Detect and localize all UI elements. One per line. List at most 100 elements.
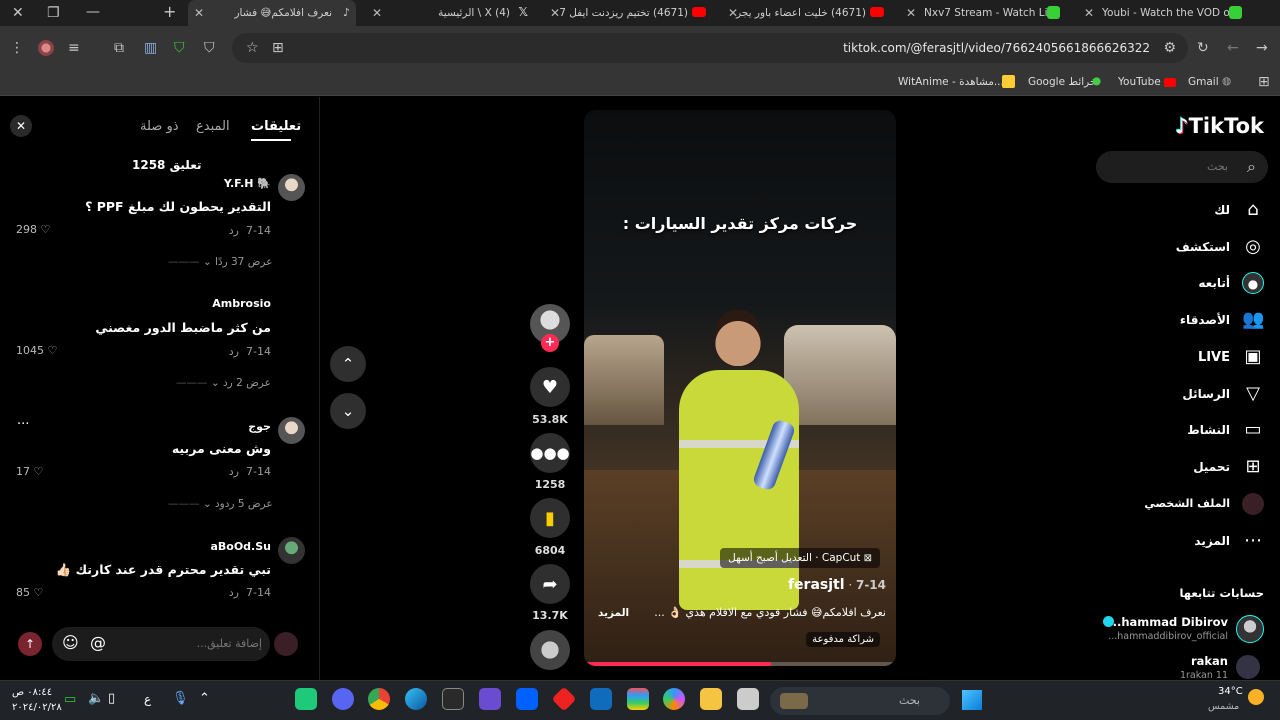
reply-button[interactable]: رد — [229, 224, 239, 237]
tiktok-logo[interactable]: ♪TikTok — [1175, 114, 1264, 138]
profile-avatar[interactable] — [38, 40, 54, 56]
battery-icon[interactable]: ▭ — [64, 692, 76, 707]
comment-username[interactable]: aBoOd.Su — [210, 540, 271, 553]
avatar[interactable] — [278, 417, 305, 444]
capcut-badge[interactable]: ⊠ CapCut · التعديل أصبح أسهل — [720, 548, 880, 568]
save-button[interactable]: ▮ — [530, 498, 570, 538]
weather-temperature[interactable]: 34°C — [1218, 686, 1243, 697]
comment-username[interactable]: Y.F.H 🐘 — [224, 177, 271, 190]
url-text[interactable]: tiktok.com/@ferasjtl/video/7662405661866… — [843, 41, 1150, 55]
emoji-icon[interactable]: ☺ — [62, 633, 79, 652]
weather-icon[interactable] — [1248, 689, 1264, 705]
shield-extension-icon[interactable]: ⛉ — [174, 41, 185, 55]
tab-youbi[interactable]: ✕ Youbi - Watch the VOD on — [1078, 0, 1248, 26]
close-tab-icon[interactable]: ✕ — [372, 6, 382, 20]
follow-button[interactable]: + — [541, 334, 559, 352]
reply-button[interactable]: رد — [229, 465, 239, 478]
like-button[interactable]: ♥ — [530, 367, 570, 407]
file-explorer-icon[interactable] — [700, 688, 722, 710]
compass-icon[interactable]: ◎ — [1242, 236, 1264, 258]
following-avatar-icon[interactable]: ● — [1242, 272, 1264, 294]
friends-icon[interactable]: 👥 — [1242, 309, 1264, 331]
activity-icon[interactable]: ▭ — [1242, 419, 1264, 441]
media-control-icon[interactable]: ≡ — [68, 41, 80, 55]
comment-username[interactable]: جوج — [248, 420, 271, 433]
bookmark-witanime[interactable]: WitAnime - مشاهدة... — [898, 75, 1015, 88]
nav-upload[interactable]: تحميل — [1193, 460, 1230, 474]
search-input[interactable]: بحث — [1207, 160, 1228, 173]
tab-creator[interactable]: المبدع — [196, 119, 230, 134]
reply-button[interactable]: رد — [229, 345, 239, 358]
search-box[interactable]: بحث ⌕ — [1096, 151, 1268, 183]
previous-video-button[interactable]: ⌃ — [330, 346, 366, 382]
dropbox-icon[interactable] — [516, 688, 538, 710]
like-count[interactable]: 17 ♡ — [16, 465, 43, 478]
close-tab-icon[interactable]: ✕ — [1084, 6, 1094, 20]
following-account[interactable]: ...hammad Dibirov ...hammaddibirov_offic… — [1090, 613, 1280, 647]
menu-icon[interactable]: ⋮ — [10, 41, 24, 55]
avatar[interactable] — [278, 174, 305, 201]
nav-following[interactable]: أتابعه — [1198, 276, 1230, 290]
tray-expand-icon[interactable]: ⌃ — [199, 691, 210, 706]
search-icon[interactable]: ⌕ — [1247, 157, 1256, 177]
start-button[interactable] — [962, 690, 982, 710]
post-comment-button[interactable]: ↑ — [18, 632, 42, 656]
nav-explore[interactable]: استكشف — [1176, 240, 1230, 254]
view-replies[interactable]: عرض 2 رد ⌄ ——— — [176, 377, 271, 389]
discord-icon[interactable] — [332, 688, 354, 710]
caption-more-link[interactable]: المزيد — [598, 607, 629, 619]
volume-icon[interactable]: 🔈 — [88, 691, 104, 706]
messages-icon[interactable]: ▽ — [1242, 383, 1264, 405]
bookmark-google-maps[interactable]: ● Google خرائط — [1028, 75, 1101, 88]
taskbar-search-text[interactable]: بحث — [899, 694, 920, 707]
more-options-icon[interactable]: ... — [17, 413, 29, 428]
nav-friends[interactable]: الأصدقاء — [1180, 313, 1230, 327]
home-icon[interactable]: ⌂ — [1242, 199, 1264, 221]
chrome-icon[interactable] — [368, 688, 390, 710]
close-panel-button[interactable]: ✕ — [10, 115, 32, 137]
edge-icon[interactable] — [405, 688, 427, 710]
apps-grid-icon[interactable]: ⊞ — [1258, 75, 1270, 89]
nav-activity[interactable]: النشاط — [1187, 423, 1230, 437]
more-icon[interactable]: ⋯ — [1242, 530, 1264, 552]
upload-icon[interactable]: ⊞ — [1242, 456, 1264, 478]
close-tab-icon[interactable]: ✕ — [194, 6, 204, 20]
extension-icon[interactable]: ▥ — [144, 41, 157, 55]
restore-window-icon[interactable]: ❐ — [47, 6, 60, 20]
profile-avatar-icon[interactable] — [1242, 493, 1264, 515]
translate-icon[interactable]: ⊞ — [272, 41, 284, 55]
language-indicator[interactable]: ع — [144, 692, 151, 706]
network-icon[interactable]: ▯ — [108, 691, 115, 706]
comment-input[interactable]: إضافة تعليق... — [197, 637, 262, 650]
app-icon[interactable] — [295, 688, 317, 710]
minimize-window-icon[interactable]: — — [86, 5, 100, 19]
forward-icon[interactable]: ← — [1227, 41, 1239, 55]
avatar[interactable] — [278, 537, 305, 564]
task-view-icon[interactable] — [737, 688, 759, 710]
reply-button[interactable]: رد — [229, 586, 239, 599]
tab-youtube-2[interactable]: ✕ (4671) خليت اعضاء باور يجر — [722, 0, 890, 26]
tab-related[interactable]: ذو صلة — [140, 119, 179, 134]
video-author[interactable]: ferasjtl · 7-14 — [788, 577, 886, 593]
copilot-icon[interactable] — [663, 688, 685, 710]
share-button[interactable]: ➦ — [530, 564, 570, 604]
back-icon[interactable]: → — [1256, 41, 1268, 55]
close-window-icon[interactable]: ✕ — [12, 6, 24, 20]
sound-disc[interactable] — [530, 630, 570, 670]
view-replies[interactable]: عرض 5 ردود ⌄ ——— — [168, 498, 273, 510]
outlook-icon[interactable] — [590, 688, 612, 710]
like-count[interactable]: 85 ♡ — [16, 586, 43, 599]
comment-input-box[interactable]: إضافة تعليق... @ ☺ — [52, 627, 270, 661]
nav-profile[interactable]: الملف الشخصي — [1144, 497, 1230, 510]
like-count[interactable]: 298 ♡ — [16, 223, 50, 236]
bookmark-star-icon[interactable]: ☆ — [246, 41, 259, 55]
nav-messages[interactable]: الرسائل — [1182, 387, 1230, 401]
tab-youtube-1[interactable]: ✕ (4671) تختيم ريزدنت ايفل 7 — [544, 0, 712, 26]
following-account[interactable]: rakan 1rakan 11 — [1090, 651, 1280, 681]
next-video-button[interactable]: ⌄ — [330, 393, 366, 429]
clock-time[interactable]: ٠٨:٤٤ ص — [12, 687, 52, 698]
nav-live[interactable]: LIVE — [1198, 350, 1230, 365]
epic-games-icon[interactable] — [442, 688, 464, 710]
site-settings-icon[interactable]: ⚙ — [1163, 41, 1176, 55]
bookmark-youtube[interactable]: YouTube — [1118, 76, 1176, 88]
